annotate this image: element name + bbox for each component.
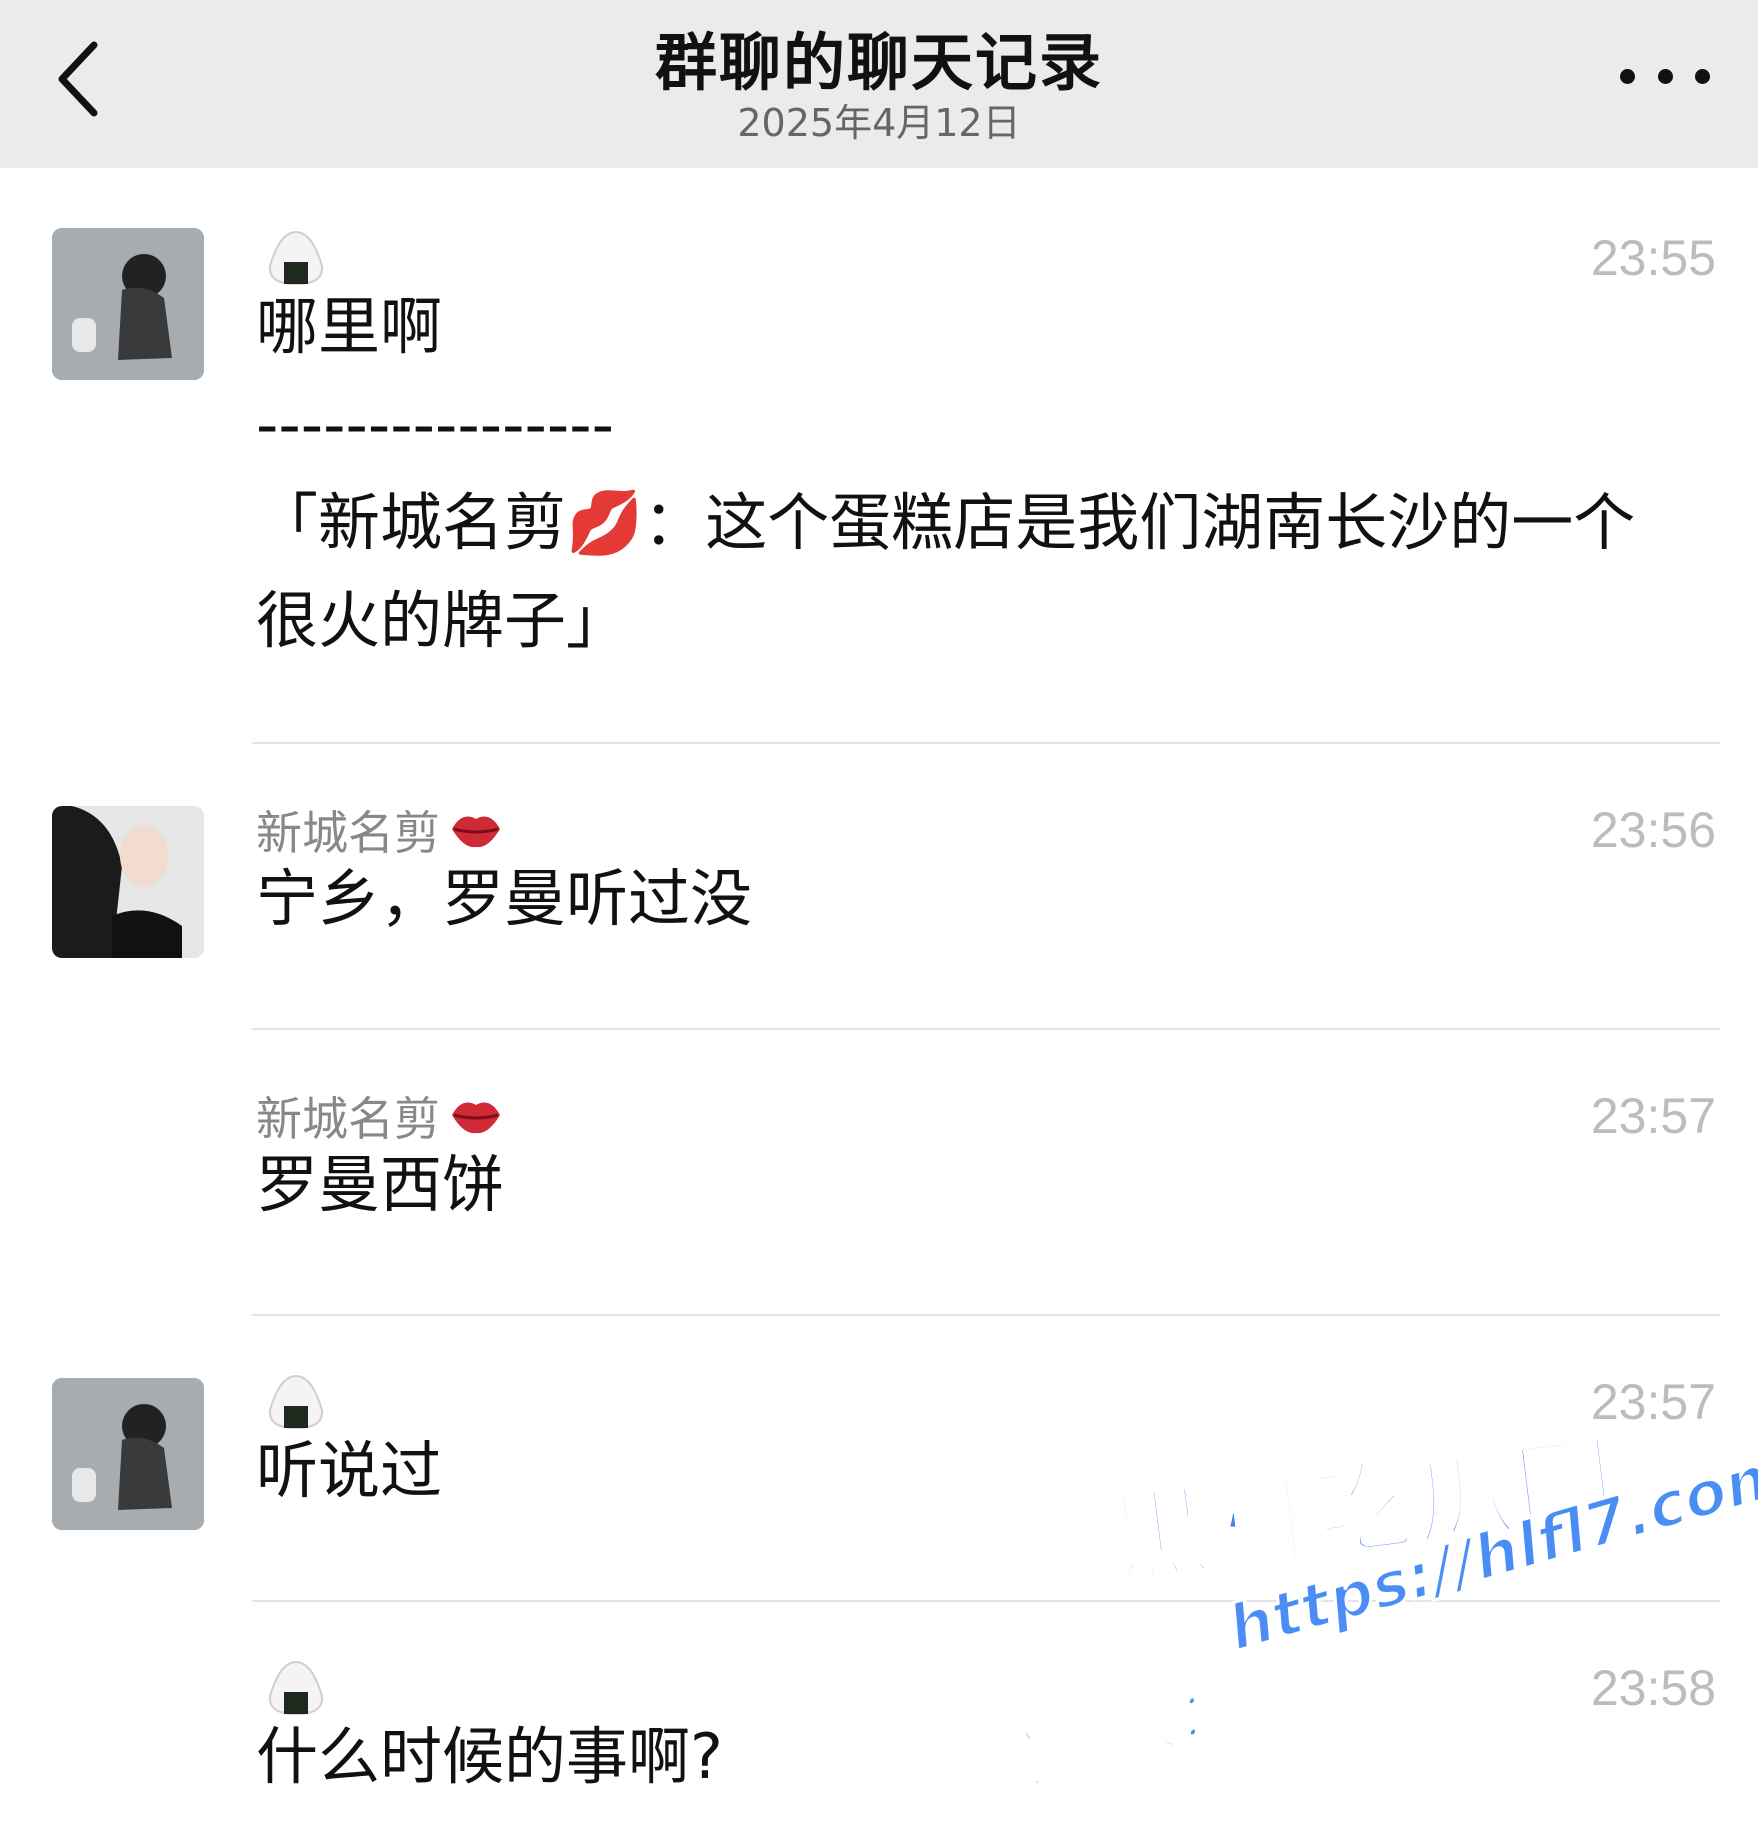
avatar[interactable] — [52, 806, 204, 958]
message-divider — [252, 1314, 1720, 1316]
message-text: 罗曼西饼 — [256, 1136, 1716, 1234]
avatar-photo-icon — [52, 1378, 204, 1530]
message-text: 哪里啊 ---------------- 「新城名剪💋：这个蛋糕店是我们湖南长沙… — [256, 278, 1716, 670]
message-line: ---------------- — [256, 388, 614, 461]
message-line: 罗曼西饼 — [256, 1148, 505, 1221]
more-dot-icon — [1695, 68, 1710, 84]
message-text: 什么时候的事啊? — [256, 1708, 1716, 1806]
message-text: 听说过 — [256, 1422, 1716, 1520]
page-subtitle-date: 2025年4月12日 — [737, 101, 1021, 145]
message-line: 「新城名剪💋：这个蛋糕店是我们湖南长沙的一个 — [256, 486, 1636, 559]
message-line: 什么时候的事啊? — [256, 1720, 723, 1793]
avatar[interactable] — [52, 1378, 204, 1530]
message-line: 听说过 — [256, 1434, 443, 1507]
chat-header: 群聊的聊天记录 2025年4月12日 — [0, 0, 1758, 168]
message-line: 宁乡，罗曼听过没 — [256, 862, 753, 935]
page-title: 群聊的聊天记录 — [654, 26, 1103, 99]
message-line: 很火的牌子」 — [256, 584, 629, 657]
avatar[interactable] — [52, 228, 204, 380]
more-dot-icon — [1620, 68, 1635, 84]
message-divider — [252, 1600, 1720, 1602]
more-dot-icon — [1657, 68, 1673, 84]
message-divider — [252, 742, 1720, 744]
lips-icon — [452, 1102, 500, 1134]
avatar-photo-icon — [52, 806, 204, 958]
message-text: 宁乡，罗曼听过没 — [256, 850, 1716, 948]
message-divider — [252, 1028, 1720, 1030]
message-line: 哪里啊 — [256, 290, 443, 363]
avatar-photo-icon — [52, 228, 204, 380]
lips-icon — [452, 816, 500, 848]
more-options-button[interactable] — [1620, 58, 1710, 94]
